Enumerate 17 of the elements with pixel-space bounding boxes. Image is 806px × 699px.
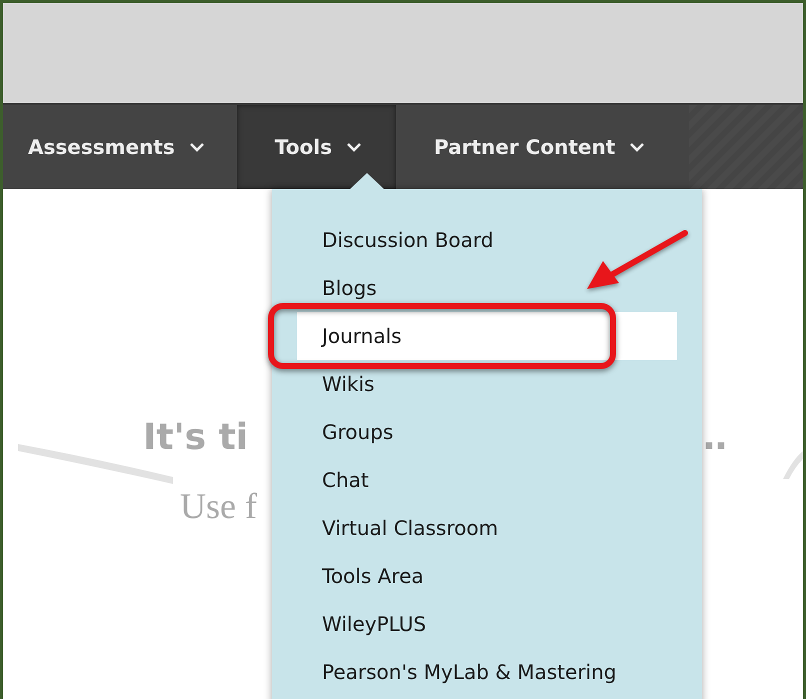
nav-tab[interactable]: Tools [236,105,396,189]
welcome-heading: It's ti [143,417,248,458]
menu-item[interactable]: Tools Area [297,552,677,600]
chevron-down-icon [188,142,205,152]
menu-item[interactable]: Journals [297,312,677,360]
chevron-down-icon [629,142,646,152]
menu-item[interactable]: Discussion Board [297,216,677,264]
menu-item[interactable]: Pearson's MyLab & Mastering [297,648,677,696]
menu-item[interactable]: Blogs [297,264,677,312]
menu-item[interactable]: Groups [297,408,677,456]
menu-item[interactable]: Virtual Classroom [297,504,677,552]
swoosh-drawing [783,449,803,479]
welcome-subtext: Use f [180,485,257,527]
menu-item[interactable]: Wikis [297,360,677,408]
chevron-down-icon [346,142,362,152]
menu-item[interactable]: Chat [297,456,677,504]
menu-item[interactable]: WileyPLUS [297,600,677,648]
